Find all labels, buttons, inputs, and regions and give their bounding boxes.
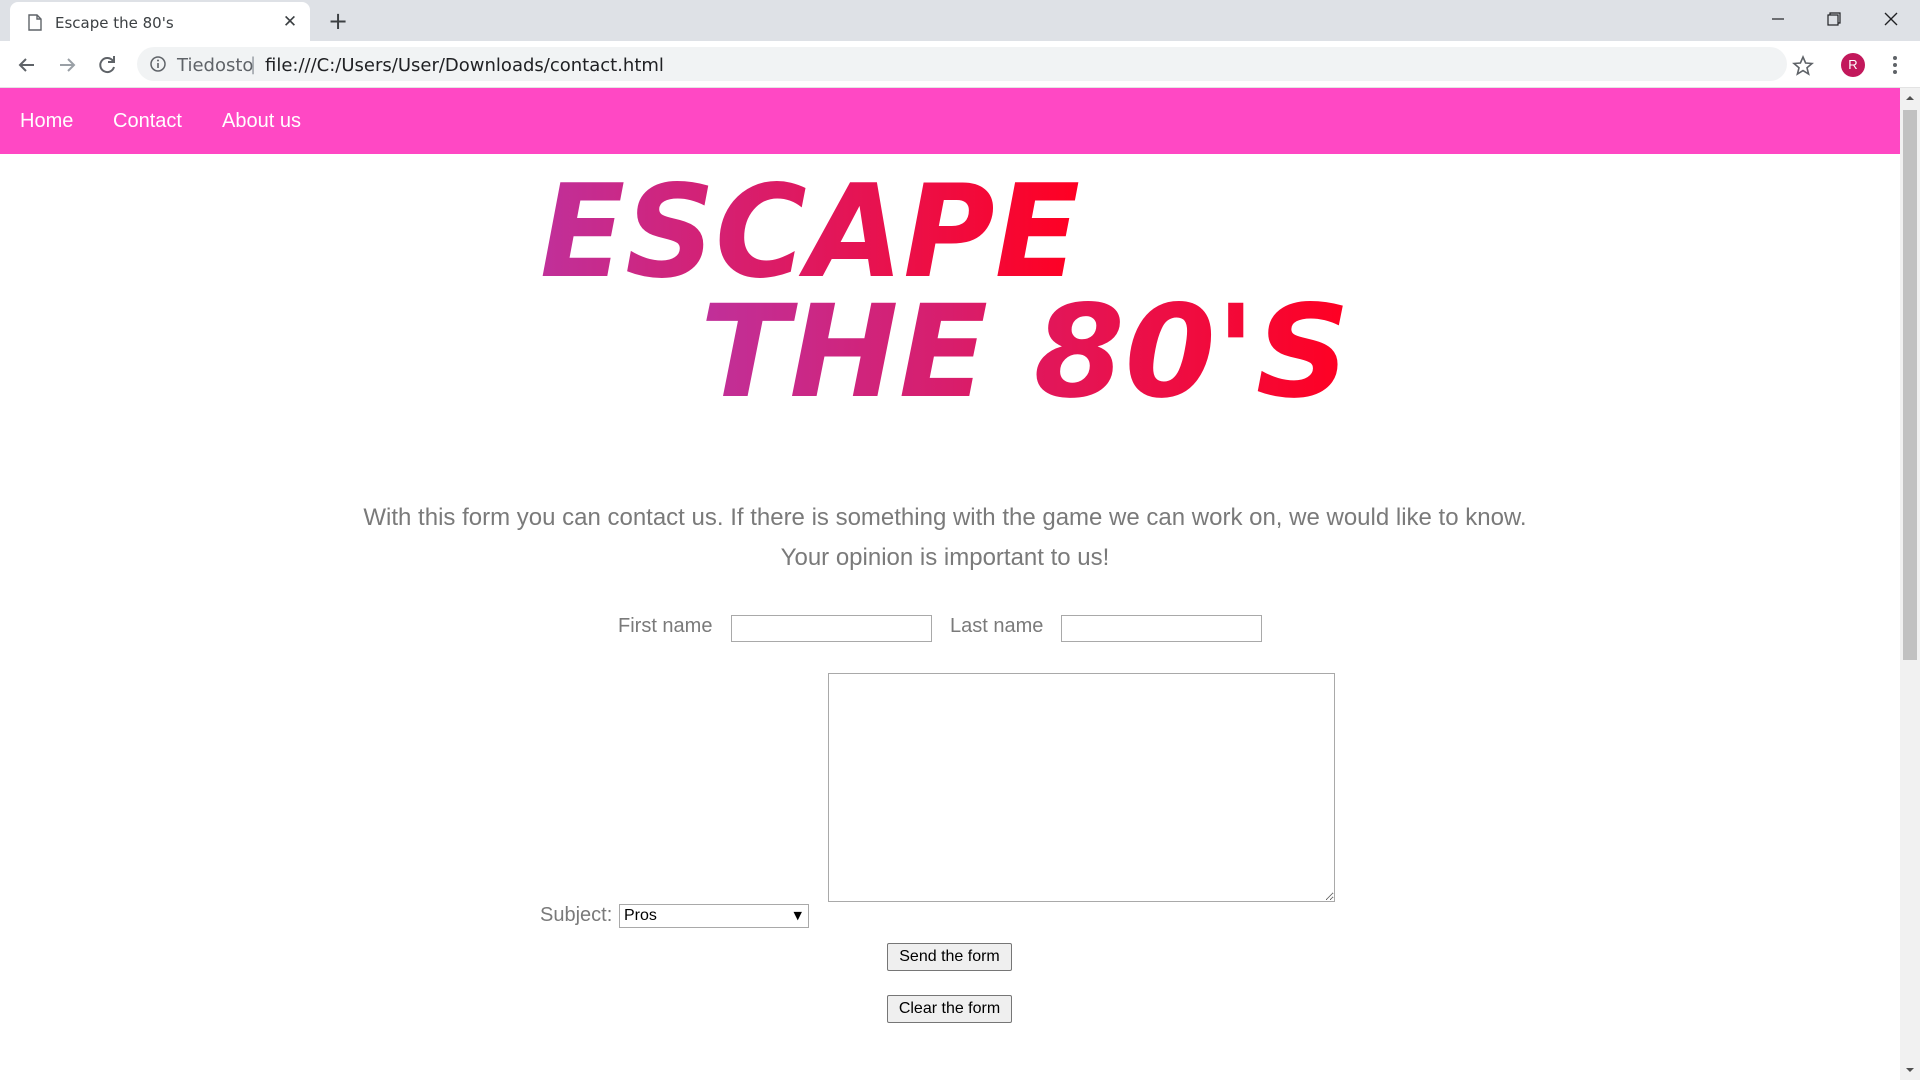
tab-close-icon[interactable]: ✕ <box>280 12 300 32</box>
kebab-menu-icon[interactable] <box>1885 52 1905 78</box>
tab-title: Escape the 80's <box>55 14 174 32</box>
site-logo: ESCAPE THE 80'S <box>540 168 1350 408</box>
page-viewport: Home Contact About us ESCAPE THE 80'S Wi… <box>0 88 1900 1080</box>
last-name-label: Last name <box>950 615 1044 637</box>
scroll-up-arrow-icon[interactable] <box>1900 88 1920 108</box>
subject-label: Subject: <box>540 904 613 926</box>
restore-icon[interactable] <box>1806 0 1862 38</box>
nav-link-contact[interactable]: Contact <box>113 110 182 133</box>
intro-text: With this form you can contact us. If th… <box>363 504 1527 571</box>
url-origin: Tiedosto <box>177 55 254 76</box>
back-arrow-icon[interactable] <box>12 50 42 80</box>
message-textarea[interactable] <box>828 673 1335 902</box>
window-close-icon[interactable] <box>1863 0 1919 38</box>
minimize-icon[interactable] <box>1750 0 1806 38</box>
scroll-down-arrow-icon[interactable] <box>1900 1060 1920 1080</box>
bookmark-star-icon[interactable] <box>1790 53 1816 79</box>
scrollbar-thumb[interactable] <box>1903 110 1917 660</box>
nav-link-home[interactable]: Home <box>20 110 73 133</box>
reload-icon[interactable] <box>92 50 122 80</box>
forward-arrow-icon[interactable] <box>52 50 82 80</box>
tab-strip: Escape the 80's ✕ + <box>0 0 1920 41</box>
vertical-scrollbar[interactable] <box>1900 88 1920 1080</box>
subject-selected-value: Pros <box>624 907 657 924</box>
first-name-input[interactable] <box>731 615 932 642</box>
clear-form-button[interactable]: Clear the form <box>887 995 1012 1023</box>
nav-link-about-us[interactable]: About us <box>222 110 301 133</box>
last-name-input[interactable] <box>1061 615 1262 642</box>
document-icon <box>28 14 42 31</box>
profile-avatar[interactable]: R <box>1841 53 1865 77</box>
address-bar[interactable]: Tiedosto | file:///C:/Users/User/Downloa… <box>137 47 1787 81</box>
send-form-button[interactable]: Send the form <box>887 943 1012 971</box>
site-navbar: Home Contact About us <box>0 88 1900 154</box>
url-separator: | <box>250 54 257 75</box>
browser-toolbar: Tiedosto | file:///C:/Users/User/Downloa… <box>0 41 1920 88</box>
new-tab-button[interactable]: + <box>325 8 351 34</box>
url-path: file:///C:/Users/User/Downloads/contact.… <box>265 55 664 76</box>
dropdown-arrow-icon: ▼ <box>793 909 802 922</box>
first-name-label: First name <box>618 615 713 637</box>
subject-select[interactable]: Pros ▼ <box>619 904 809 928</box>
browser-tab[interactable]: Escape the 80's ✕ <box>10 2 310 41</box>
logo-line-2: THE 80'S <box>700 278 1350 408</box>
info-icon[interactable] <box>149 55 167 73</box>
